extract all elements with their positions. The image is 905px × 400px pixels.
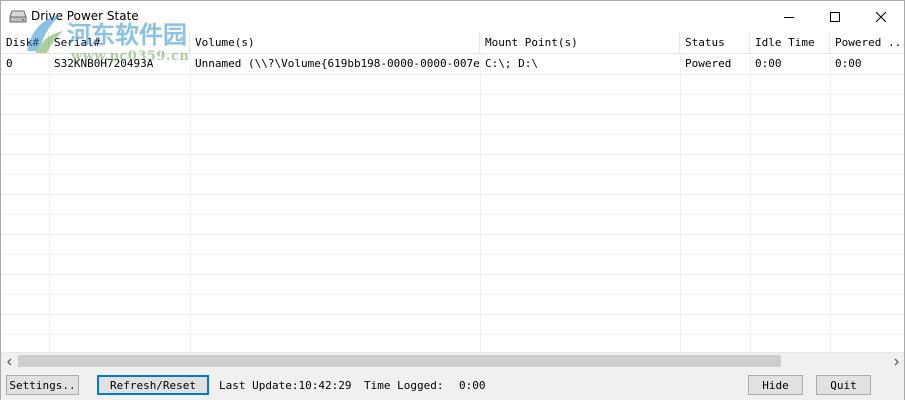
grid-line [1,214,904,215]
column-header-status[interactable]: Status [680,32,750,54]
grid-line [830,54,831,352]
column-header-volumes[interactable]: Volume(s) [190,32,480,54]
last-update-label: Last Update:10:42:29 [219,379,352,392]
list-header: Disk# Serial# Volume(s) Mount Point(s) S… [1,32,904,54]
grid-line [1,174,904,175]
cell-status: Powered [685,57,732,70]
column-header-powered[interactable]: Powered ... [830,32,904,54]
settings-button[interactable]: Settings.. [6,375,79,395]
cell-volumes: Unnamed (\\?\Volume{619bb198-0000-0000-0… [195,57,480,70]
refresh-reset-button[interactable]: Refresh/Reset [97,375,209,395]
column-header-disk[interactable]: Disk# [1,32,49,54]
cell-idle: 0:00 [755,57,782,70]
grid-line [1,234,904,235]
grid-line [680,54,681,352]
maximize-button[interactable] [812,1,858,32]
window-title: Drive Power State [31,9,139,23]
footer-toolbar: Settings.. Refresh/Reset Last Update:10:… [1,369,904,400]
grid-line [1,294,904,295]
grid-line [1,114,904,115]
grid-line [1,254,904,255]
close-button[interactable] [858,1,904,32]
grid-line [1,314,904,315]
grid-line [49,54,50,352]
grid-line [190,54,191,352]
quit-button[interactable]: Quit [816,375,871,395]
grid-line [1,274,904,275]
chevron-right-icon [894,358,899,365]
cell-serial: S32KNB0H720493A [54,57,154,70]
maximize-icon [830,11,840,22]
scrollbar-thumb[interactable] [18,355,781,367]
column-header-mount[interactable]: Mount Point(s) [480,32,680,54]
column-header-serial[interactable]: Serial# [49,32,190,54]
hide-button[interactable]: Hide [748,375,803,395]
minimize-icon [784,16,794,18]
grid-line [1,194,904,195]
cell-mount: C:\; D:\ [485,57,538,70]
grid-line [750,54,751,352]
chevron-left-icon [6,358,11,365]
time-logged-label: Time Logged: [364,379,444,392]
scroll-right-button[interactable] [887,353,904,370]
grid-line [1,134,904,135]
scroll-left-button[interactable] [1,353,18,370]
app-window: Drive Power State Disk# Serial# Volume(s… [0,0,905,400]
column-header-idle[interactable]: Idle Time [750,32,830,54]
grid-line [1,154,904,155]
time-logged-value: 0:00 [459,379,486,392]
grid-line [1,74,904,75]
cell-powered: 0:00 [835,57,862,70]
title-bar[interactable]: Drive Power State [1,1,904,32]
drive-list[interactable]: Disk# Serial# Volume(s) Mount Point(s) S… [1,32,904,352]
cell-disk: 0 [6,57,13,70]
close-icon [876,11,886,22]
horizontal-scrollbar[interactable] [1,352,904,369]
table-row[interactable]: 0 S32KNB0H720493A Unnamed (\\?\Volume{61… [1,54,904,74]
grid-line [1,94,904,95]
minimize-button[interactable] [766,1,812,32]
grid-line [1,334,904,335]
drive-icon [9,10,27,23]
grid-line [480,54,481,352]
